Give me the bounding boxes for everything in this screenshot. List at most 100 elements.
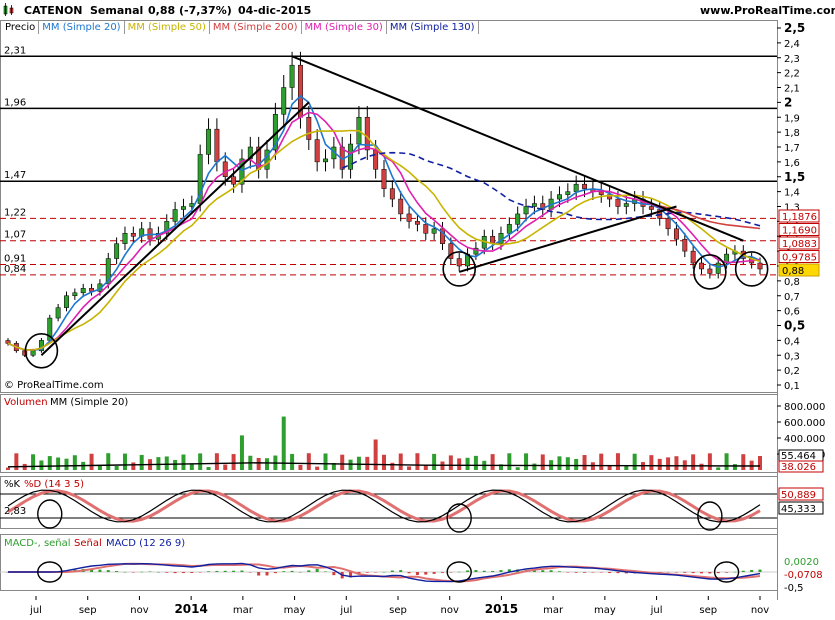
macd-hist-bar	[390, 570, 394, 572]
macd-hist-bar	[106, 570, 110, 572]
macd-hist-bar	[148, 571, 152, 572]
y-tick-label: 600.000	[784, 418, 825, 429]
macd-hist-bar	[557, 571, 561, 572]
candle-body	[222, 161, 228, 177]
macd-hist-bar	[432, 572, 436, 574]
candle-body	[122, 233, 128, 244]
candle-body	[5, 340, 11, 344]
candle-body	[289, 64, 295, 88]
macd-hist-bar	[491, 570, 495, 572]
x-tick-label: jul	[339, 605, 352, 616]
volume-bar	[574, 459, 579, 470]
level-label: 0,84	[4, 264, 26, 275]
candle-body	[64, 295, 69, 308]
macd-hist-bar	[583, 572, 587, 573]
candle-body	[206, 128, 211, 155]
macd-signal-legend: Señal	[74, 538, 102, 549]
x-tick-label: nov	[751, 605, 769, 616]
macd-hist-bar	[457, 571, 461, 573]
candle-body	[715, 262, 721, 274]
macd-hist-bar	[449, 572, 453, 573]
macd-hist-bar	[123, 571, 127, 573]
macd-hist-bar	[700, 572, 704, 574]
macd-hist-bar	[599, 572, 603, 573]
x-tick-label: nov	[130, 605, 148, 616]
volume-bar	[56, 457, 61, 470]
volume-bar	[457, 458, 462, 470]
y-tick-label: 0,7	[784, 292, 800, 303]
volume-bar	[173, 459, 178, 470]
candle-body	[348, 143, 354, 170]
macd-hist-bar	[190, 572, 194, 573]
candle-body	[431, 228, 437, 234]
candle-body	[406, 213, 412, 222]
volume-bar	[181, 454, 186, 470]
volume-bar	[557, 456, 562, 470]
macd-hist-bar	[466, 570, 470, 572]
macd-hist-bar	[156, 571, 160, 573]
macd-hist-bar	[741, 570, 745, 572]
uptrend-line	[40, 101, 310, 356]
volume-bar	[607, 465, 612, 470]
macd-hist-bar	[382, 571, 386, 573]
y-tick-label: 0,6	[784, 307, 800, 318]
volume-bar	[415, 453, 420, 470]
volume-bar	[741, 454, 746, 470]
candle-body	[707, 268, 713, 274]
y-tick-label: 2	[784, 95, 792, 109]
macd-hist-bar	[683, 572, 687, 573]
macd-hist-bar	[616, 572, 620, 574]
macd-hist-bar	[499, 570, 503, 572]
candle-body	[381, 169, 387, 189]
macd-hist-bar	[440, 572, 444, 573]
candle-body	[623, 203, 629, 207]
candle-body	[757, 262, 763, 270]
sma20-line	[7, 95, 761, 351]
x-tick-label: may	[284, 605, 306, 616]
x-tick-label: nov	[441, 605, 459, 616]
value-label: 0,9785	[782, 253, 817, 264]
candle-body	[506, 224, 512, 234]
macd-hist-bar	[98, 569, 102, 572]
value-label: 50,889	[781, 490, 816, 501]
macd-hist-bar	[273, 572, 277, 574]
volume-bar	[47, 456, 52, 470]
candle-body	[114, 243, 120, 259]
candle-body	[423, 224, 429, 234]
volume-bar	[724, 453, 729, 470]
candle-body	[264, 149, 270, 170]
macd-hist-bar	[365, 572, 369, 573]
stoch-k-legend: %K	[4, 479, 21, 490]
chart-canvas[interactable]: 2,31 1,96 1,47 1,22 1,07 0,910,84 Volumen MM (…	[0, 0, 835, 620]
volume-bar	[223, 464, 228, 470]
volume-bar	[540, 454, 545, 470]
candle-body	[615, 198, 621, 207]
macd-hist-bar	[115, 571, 119, 572]
volume-bar	[473, 455, 478, 470]
volume-legend: Volumen	[4, 397, 48, 408]
volume-bar	[716, 467, 721, 470]
x-tick-label: mar	[233, 605, 254, 616]
volume-bar	[657, 458, 662, 470]
macd-hist-bar	[674, 572, 678, 573]
macd-signal-line	[8, 562, 761, 583]
value-label: 45,333	[781, 504, 816, 515]
volume-bar	[666, 457, 671, 470]
volume-bar	[382, 454, 386, 470]
volume-bar	[198, 453, 203, 470]
y-tick-label: 0,1	[784, 381, 800, 392]
level-label: 0,91	[4, 254, 26, 265]
volume-bar	[398, 453, 403, 470]
level-label: 1,47	[4, 170, 26, 181]
volume-bar	[206, 467, 211, 470]
value-label: 0,0020	[784, 557, 819, 568]
volume-bar	[490, 454, 495, 470]
volume-bar	[239, 435, 244, 470]
x-tick-label: sep	[389, 605, 407, 616]
level-label: 2,31	[4, 45, 26, 56]
macd-hist-bar	[173, 572, 177, 574]
volume-bar	[532, 463, 537, 470]
macd-hist-bar	[407, 572, 411, 574]
candle-body	[414, 221, 420, 225]
candle-body	[323, 158, 328, 163]
